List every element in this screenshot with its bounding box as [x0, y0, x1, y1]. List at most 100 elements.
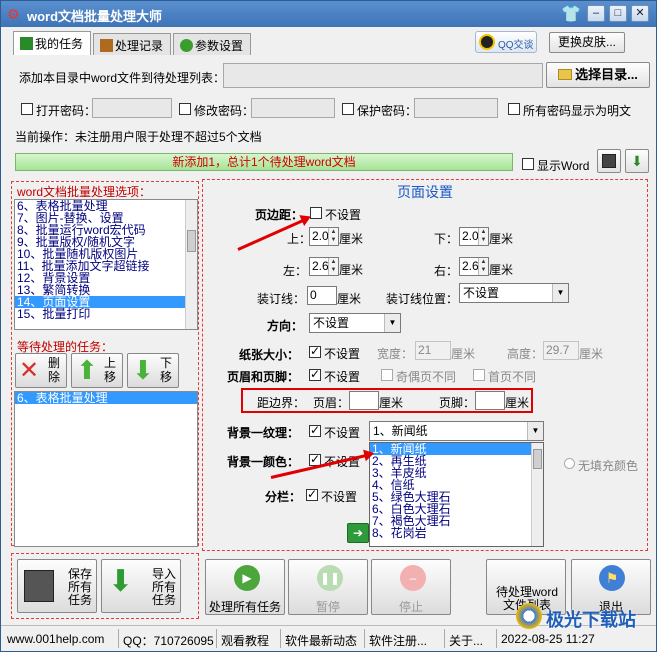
stop-icon: –: [400, 565, 426, 591]
footer-distance-input[interactable]: [475, 391, 505, 410]
briefcase-icon: [100, 39, 113, 52]
tab-history[interactable]: 处理记录: [93, 33, 171, 55]
gutter-position-select[interactable]: 不设置 ▼: [459, 283, 569, 303]
options-scrollbar[interactable]: [185, 200, 197, 329]
show-word-checkbox[interactable]: [522, 158, 534, 170]
status-tutorial[interactable]: 观看教程: [217, 629, 281, 648]
arrow-right-icon[interactable]: ➔: [347, 523, 369, 543]
texture-select[interactable]: 1、新闻纸 ▼: [369, 421, 544, 441]
unit-label: 厘米: [505, 396, 530, 410]
process-all-button[interactable]: ▶ 处理所有任务: [205, 559, 285, 615]
value: 不设置: [313, 316, 350, 330]
save-tasks-button[interactable]: 保存所有任务: [17, 559, 97, 613]
options-title: word文档批量处理选项：: [17, 185, 152, 199]
unit-label: 厘米: [339, 232, 364, 246]
value: 1、新闻纸: [373, 424, 428, 438]
value: 不设置: [463, 286, 500, 300]
stop-button[interactable]: – 停止: [371, 559, 451, 615]
qq-chat-button[interactable]: QQ交谈: [475, 31, 537, 53]
protect-password-field[interactable]: [414, 98, 498, 118]
margin-not-set-label: 不设置: [325, 208, 362, 222]
move-up-button[interactable]: ⬆ 上移: [71, 353, 123, 388]
delete-task-button[interactable]: ✕ 删除: [15, 353, 67, 388]
texture-scrollbar[interactable]: [531, 443, 543, 546]
paper-width-input[interactable]: 21: [415, 341, 451, 360]
spinner[interactable]: ▲ ▼: [478, 228, 488, 245]
orientation-select[interactable]: 不设置 ▼: [309, 313, 401, 333]
options-list-item[interactable]: 15、批量打印: [15, 308, 197, 320]
pending-task-item[interactable]: 6、表格批量处理: [15, 392, 197, 404]
download-icon[interactable]: ⬇: [625, 149, 649, 173]
no-fill-label: 无填充颜色: [578, 459, 639, 473]
import-icon: ⬇: [108, 565, 134, 598]
odd-even-label: 奇偶页不同: [396, 370, 457, 384]
pending-task-list[interactable]: 6、表格批量处理: [14, 391, 198, 547]
bottom-margin-input[interactable]: 2.0 ▲ ▼: [459, 227, 489, 246]
texture-not-set-checkbox[interactable]: [309, 423, 321, 437]
header-distance-input[interactable]: [349, 391, 379, 410]
app-logo-icon: ⚙: [7, 6, 20, 22]
open-password-checkbox[interactable]: [21, 103, 33, 115]
select-directory-button[interactable]: 选择目录...: [546, 62, 650, 88]
header-footer-not-set-checkbox[interactable]: [309, 367, 321, 381]
header-distance-label: 页眉：: [313, 396, 350, 410]
protect-password-label: 保护密码：: [357, 104, 418, 118]
bottom-margin-label: 下：: [434, 232, 459, 246]
status-qq: QQ：710726095: [119, 629, 217, 648]
open-password-field[interactable]: [92, 98, 172, 118]
paper-height-label: 高度：: [507, 347, 544, 361]
top-margin-input[interactable]: 2.0 ▲ ▼: [309, 227, 339, 246]
right-margin-input[interactable]: 2.6 ▲ ▼: [459, 257, 489, 276]
paper-not-set-checkbox[interactable]: [309, 344, 321, 358]
spinner[interactable]: ▲ ▼: [328, 258, 338, 275]
modify-password-field[interactable]: [251, 98, 335, 118]
paper-height-input[interactable]: 29.7: [543, 341, 579, 360]
margin-not-set-checkbox[interactable]: [310, 207, 322, 219]
status-about[interactable]: 关于...: [445, 629, 497, 648]
play-icon: [20, 37, 33, 50]
protect-password-checkbox[interactable]: [342, 103, 354, 115]
columns-not-set-checkbox[interactable]: [306, 487, 318, 501]
texture-option[interactable]: 8、花岗岩: [370, 527, 543, 539]
change-skin-button[interactable]: 更换皮肤...: [549, 32, 625, 53]
qq-label: QQ交谈: [498, 40, 534, 51]
save-label: 保存所有任务: [68, 567, 93, 607]
move-down-button[interactable]: ⬇ 下移: [127, 353, 179, 388]
bg-texture-label: 背景一纹理：: [227, 426, 300, 440]
tab-settings[interactable]: 参数设置: [173, 33, 251, 55]
app-window: ⚙ word文档批量处理大师 👕 – □ ✕ 我的任务 处理记录 参数设置 QQ…: [0, 0, 657, 652]
show-plain-checkbox[interactable]: [508, 103, 520, 115]
no-fill-radio[interactable]: [564, 458, 575, 469]
directory-path-field[interactable]: [223, 63, 543, 88]
value: 2.0: [462, 229, 479, 243]
import-tasks-button[interactable]: ⬇ 导入所有任务: [101, 559, 181, 613]
options-list[interactable]: 6、表格批量处理 7、图片-替换、设置 8、批量运行word宏代码 9、批量版权/随机…: [14, 199, 198, 330]
status-news[interactable]: 软件最新动态: [281, 629, 365, 648]
down-label: 下移: [160, 356, 173, 384]
odd-even-checkbox[interactable]: [381, 369, 393, 381]
tab-my-tasks[interactable]: 我的任务: [13, 31, 91, 55]
orientation-label: 方向：: [267, 319, 304, 333]
status-website[interactable]: www.001help.com: [3, 629, 119, 648]
status-register[interactable]: 软件注册...: [365, 629, 445, 648]
spinner[interactable]: ▲ ▼: [328, 228, 338, 245]
show-plain-label: 所有密码显示为明文: [523, 104, 632, 118]
left-margin-input[interactable]: 2.6 ▲ ▼: [309, 257, 339, 276]
qq-penguin-icon: [479, 34, 495, 50]
process-label: 处理所有任务: [208, 600, 281, 614]
tab-label: 处理记录: [115, 39, 164, 53]
pause-button[interactable]: ❚❚ 暂停: [288, 559, 368, 615]
close-button[interactable]: ✕: [631, 5, 649, 22]
current-operation: 当前操作：未注册用户限于处理不超过5个文档: [15, 130, 262, 144]
header-footer-not-set-label: 不设置: [324, 370, 361, 384]
gutter-input[interactable]: 0: [307, 286, 337, 305]
maximize-button[interactable]: □: [609, 5, 627, 22]
modify-password-checkbox[interactable]: [179, 103, 191, 115]
tree-icon: [180, 39, 193, 52]
skin-icon[interactable]: 👕: [561, 4, 581, 24]
minimize-button[interactable]: –: [587, 5, 605, 22]
texture-dropdown-list[interactable]: 1、新闻纸 2、再生纸 3、羊皮纸 4、信纸 5、绿色大理石 6、白色大理石 7、褐色大理石…: [369, 442, 544, 547]
first-page-checkbox[interactable]: [473, 369, 485, 381]
spinner[interactable]: ▲ ▼: [478, 258, 488, 275]
save-icon[interactable]: [597, 149, 621, 173]
